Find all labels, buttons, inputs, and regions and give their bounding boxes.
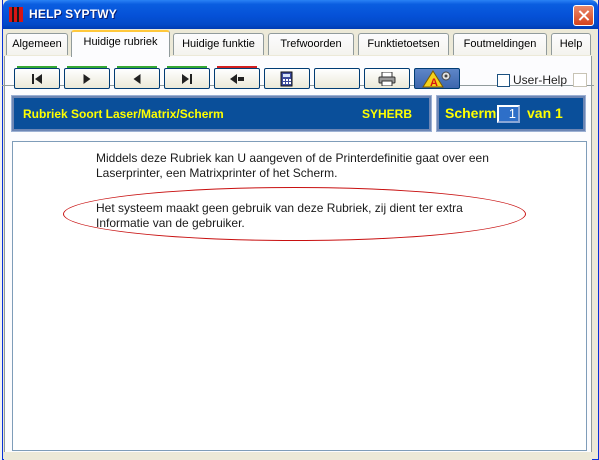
user-help-toggle[interactable]: User-Help xyxy=(497,73,567,87)
window-title: HELP SYPTWY xyxy=(29,7,117,21)
scherm-label: Scherm xyxy=(445,105,497,121)
extra-checkbox[interactable] xyxy=(573,73,587,87)
user-help-label: User-Help xyxy=(513,73,568,87)
user-help-checkbox[interactable] xyxy=(497,73,510,87)
annotation-ellipse xyxy=(63,187,526,241)
last-icon xyxy=(182,73,192,84)
tab-foutmeldingen[interactable]: Foutmeldingen xyxy=(453,33,547,55)
scherm-page-input[interactable]: 1 xyxy=(497,105,520,123)
first-record-button[interactable] xyxy=(14,66,60,89)
warning-icon: A xyxy=(422,69,451,88)
back-icon xyxy=(230,73,244,84)
print-button[interactable] xyxy=(364,68,410,89)
tab-bar: Algemeen Huidige rubriek Huidige funktie… xyxy=(0,30,595,86)
next-icon xyxy=(83,73,91,84)
panel-footer xyxy=(4,452,592,460)
scherm-total: van 1 xyxy=(527,105,563,121)
app-icon xyxy=(9,7,23,22)
tab-huidige-funktie[interactable]: Huidige funktie xyxy=(173,33,264,55)
tab-huidige-rubriek[interactable]: Huidige rubriek xyxy=(71,30,170,57)
previous-icon xyxy=(133,73,141,84)
title-bar[interactable]: HELP SYPTWY xyxy=(3,0,598,29)
previous-record-button[interactable] xyxy=(114,66,160,89)
close-button[interactable] xyxy=(573,5,594,26)
blank-button[interactable] xyxy=(314,68,360,89)
back-button[interactable] xyxy=(214,66,260,89)
scherm-header: Scherm 1 van 1 xyxy=(436,95,586,132)
rubriek-header: Rubriek Soort Laser/Matrix/Scherm SYHERB xyxy=(11,95,432,132)
warning-button[interactable]: A xyxy=(414,68,460,89)
last-record-button[interactable] xyxy=(164,66,210,89)
tab-funktietoetsen[interactable]: Funktietoetsen xyxy=(358,33,449,55)
printer-icon xyxy=(378,71,396,86)
help-paragraph-1: Middels deze Rubriek kan U aangeven of d… xyxy=(96,151,489,180)
tab-help[interactable]: Help xyxy=(551,33,591,55)
help-content-area[interactable]: Middels deze Rubriek kan U aangeven of d… xyxy=(12,141,587,451)
svg-text:A: A xyxy=(430,77,438,88)
calculator-button[interactable] xyxy=(264,68,310,89)
rubriek-title: Rubriek Soort Laser/Matrix/Scherm xyxy=(23,107,224,121)
rubriek-code: SYHERB xyxy=(362,107,413,121)
tab-trefwoorden[interactable]: Trefwoorden xyxy=(268,33,354,55)
next-record-button[interactable] xyxy=(64,66,110,89)
calculator-icon xyxy=(280,71,293,86)
tab-algemeen[interactable]: Algemeen xyxy=(6,33,68,55)
